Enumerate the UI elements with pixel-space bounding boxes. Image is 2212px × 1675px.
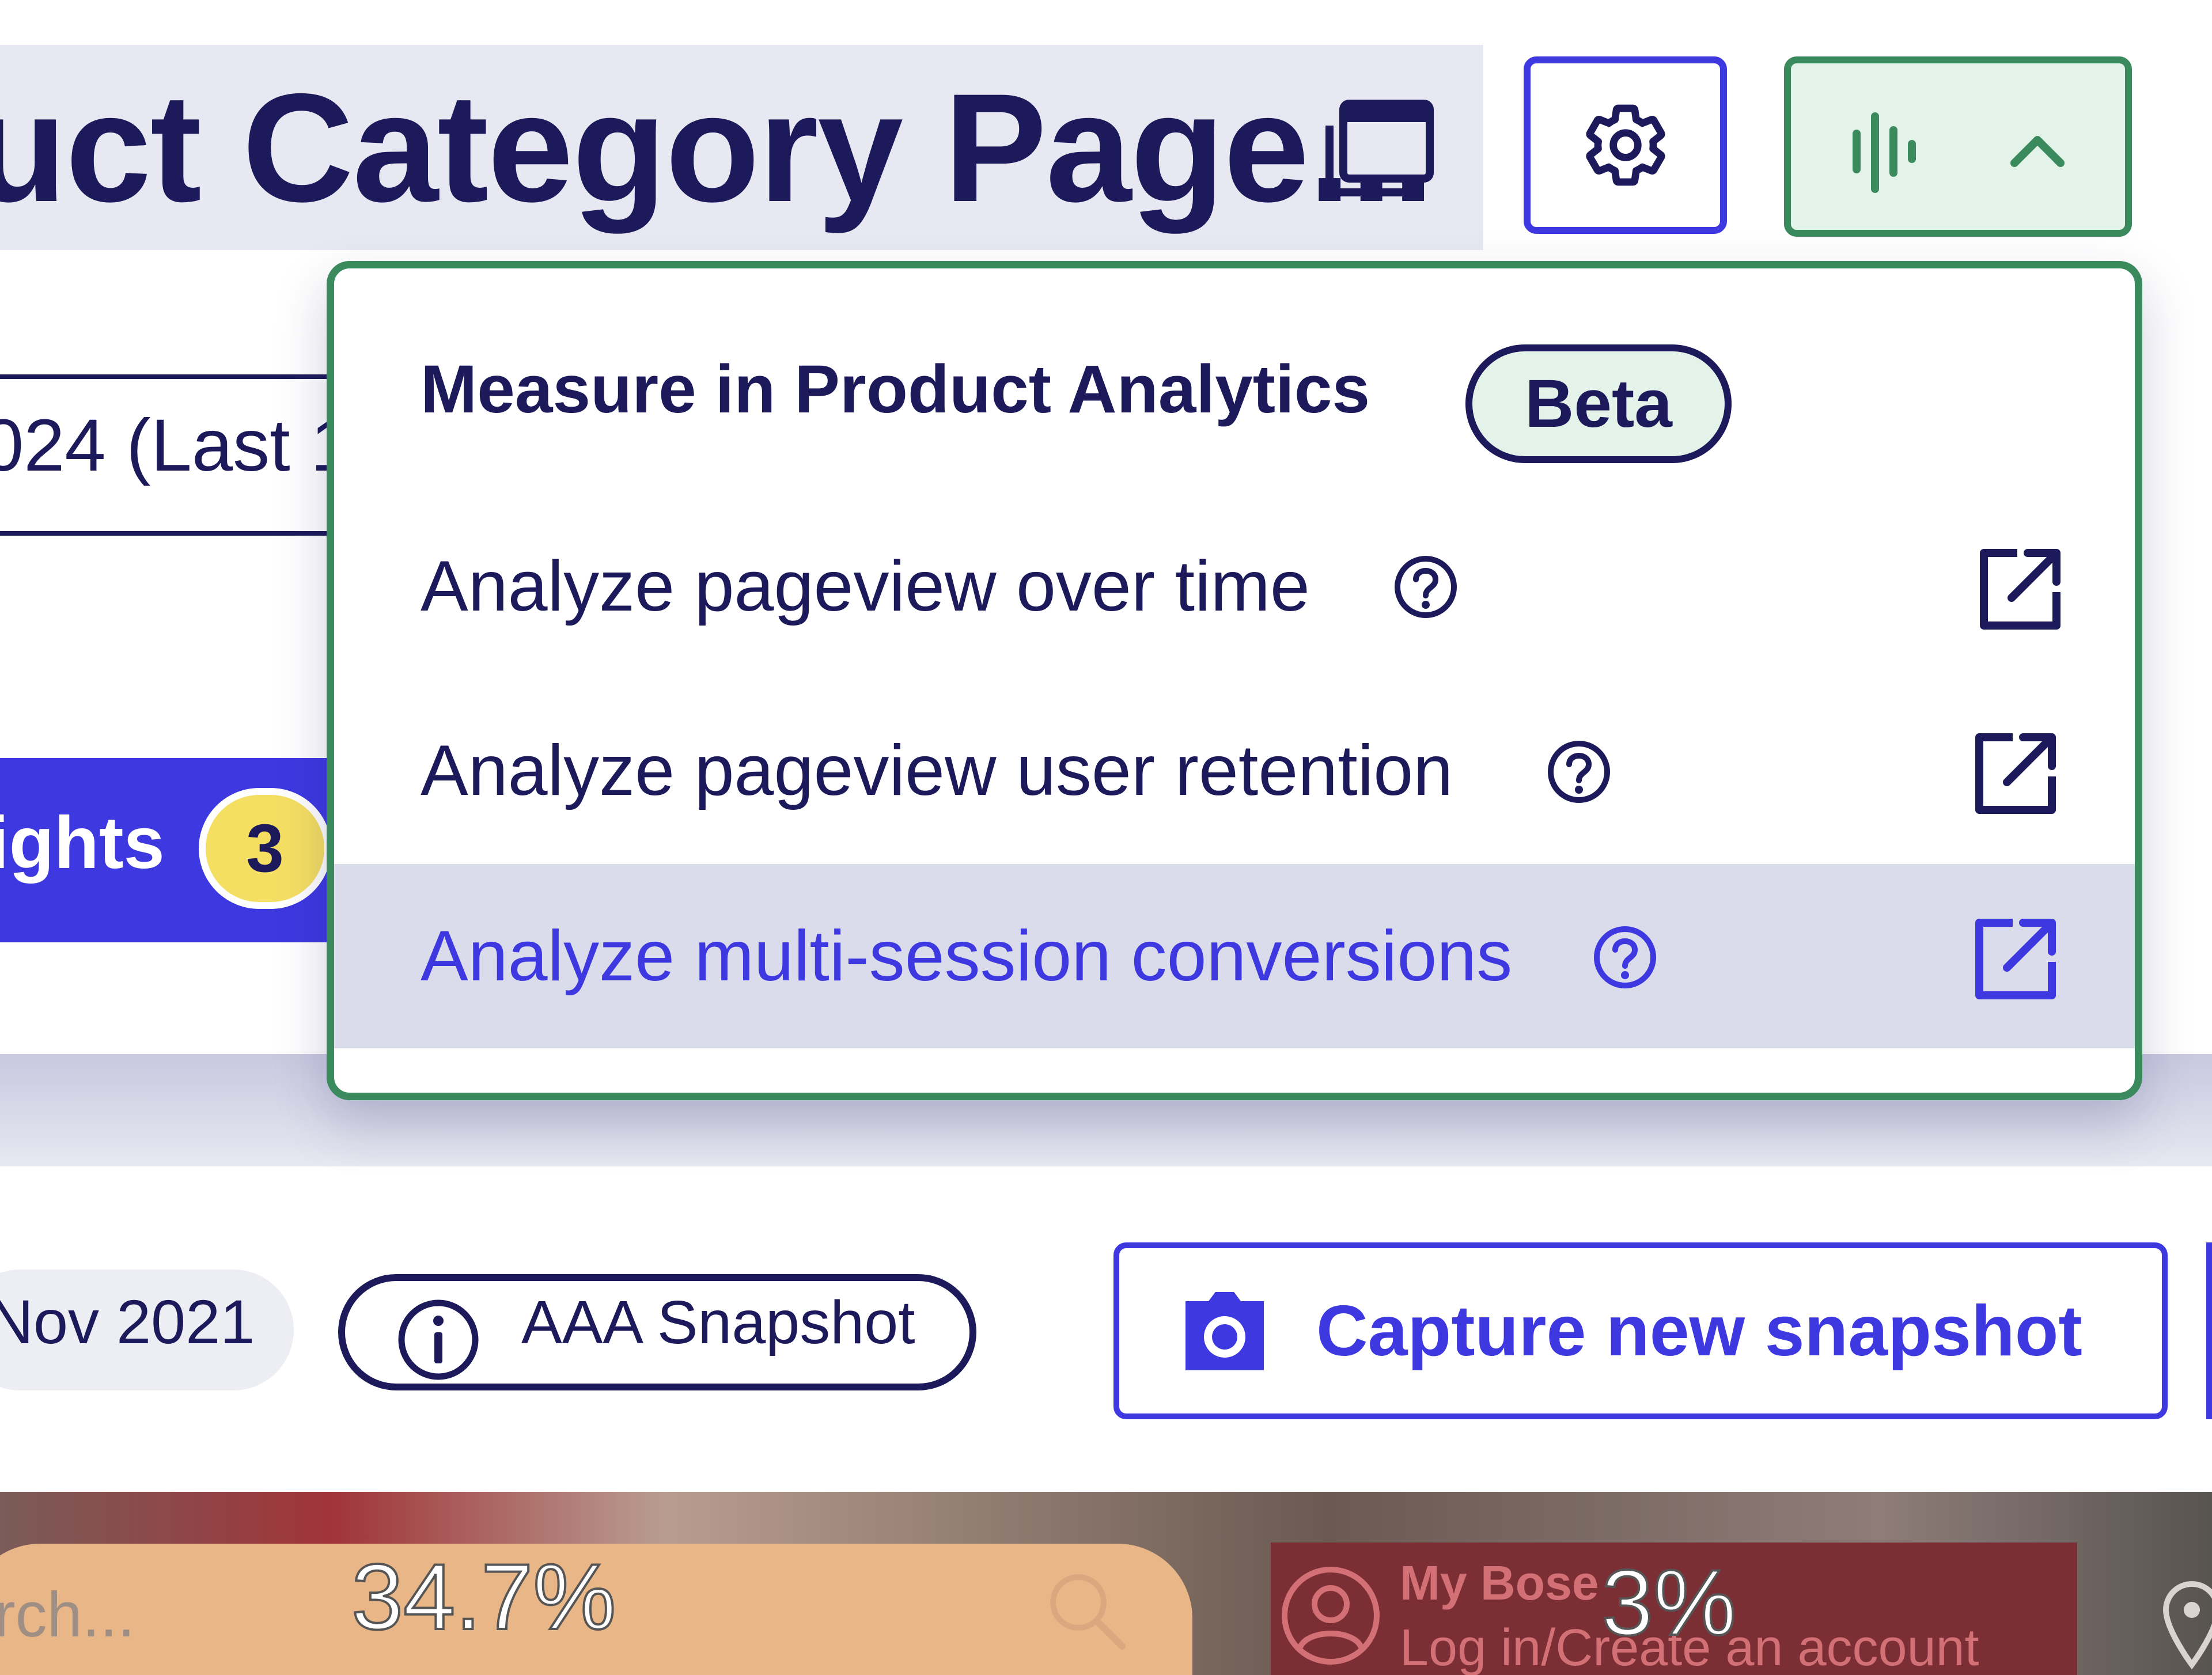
gear-icon — [1585, 104, 1665, 186]
snapshot-date-label: Nov 2021 — [0, 1287, 255, 1356]
menu-item-label: Analyze multi-session conversions — [421, 916, 1513, 996]
heatmap-search-placeholder: rch... — [0, 1579, 135, 1650]
snapshot-chip-label: AAA Snapshot — [521, 1289, 915, 1356]
heatmap-preview: rch... 34.7% My Bose Log in/Create an ac… — [0, 1492, 2212, 1675]
dropdown-heading: Measure in Product Analytics — [421, 351, 1370, 427]
chevron-up-icon — [2010, 136, 2065, 167]
user-circle-icon — [1282, 1567, 1380, 1665]
copy-window-icon[interactable] — [1319, 91, 1440, 206]
menu-item-multi-session-conversions[interactable]: Analyze multi-session conversions — [334, 864, 2135, 1048]
menu-item-pageview-user-retention[interactable]: Analyze pageview user retention — [334, 679, 2135, 863]
heatmap-account-title: My Bose — [1400, 1556, 1599, 1610]
external-link-icon[interactable] — [1977, 546, 2063, 632]
heatmap-search-percent: 34.7% — [350, 1544, 617, 1650]
info-circle-icon — [398, 1299, 479, 1380]
camera-icon — [1185, 1292, 1264, 1370]
product-analytics-menu-button[interactable] — [1784, 56, 2132, 237]
menu-item-label: Analyze pageview over time — [421, 547, 1310, 626]
next-button-edge[interactable] — [2206, 1242, 2212, 1419]
page-title: uct Category Page... — [0, 61, 1434, 234]
map-pin-icon — [2162, 1581, 2212, 1670]
external-link-icon[interactable] — [1972, 916, 2059, 1002]
menu-item-pageview-over-time[interactable]: Analyze pageview over time — [334, 494, 2135, 679]
search-icon — [1050, 1574, 1126, 1650]
menu-item-label: Analyze pageview user retention — [421, 731, 1453, 810]
question-circle-icon[interactable] — [1592, 924, 1658, 990]
settings-button[interactable] — [1524, 56, 1727, 234]
heatmap-account-percent: 3% — [1600, 1549, 1737, 1656]
beta-badge: Beta — [1465, 344, 1732, 463]
question-circle-icon[interactable] — [1393, 554, 1459, 620]
insights-label: ights — [0, 802, 165, 884]
capture-snapshot-label: Capture new snapshot — [1316, 1291, 2082, 1371]
date-range-text: 024 (Last 1 — [0, 404, 352, 487]
external-link-icon[interactable] — [1972, 730, 2059, 817]
bar-chart-icon — [1853, 112, 1916, 193]
insights-count-badge: 3 — [199, 788, 331, 909]
question-circle-icon[interactable] — [1546, 739, 1612, 805]
